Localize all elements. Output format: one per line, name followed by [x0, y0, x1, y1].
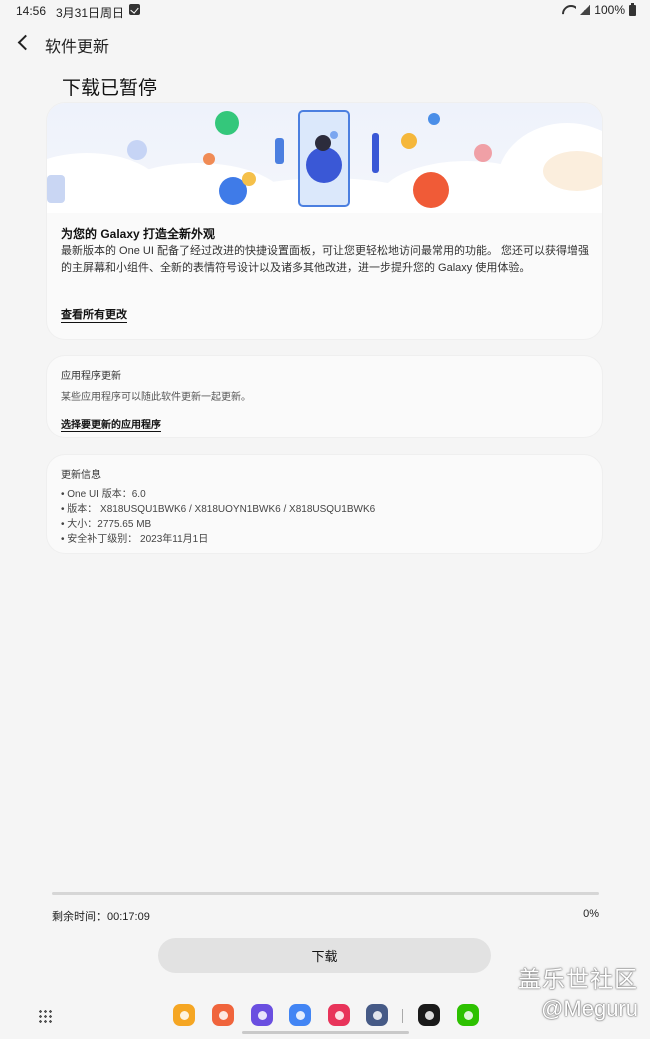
home-indicator[interactable] — [242, 1031, 409, 1034]
dock-divider — [402, 1009, 403, 1023]
battery-percent: 100% — [594, 3, 625, 17]
app-update-description: 某些应用程序可以随此软件更新一起更新。 — [61, 392, 251, 403]
chrome-app-icon[interactable] — [289, 1004, 311, 1026]
update-info-item: • 大小：2775.65 MB — [61, 519, 152, 530]
update-info-item: • 版本： X818USQU1BWK6 / X818UOYN1BWK6 / X8… — [61, 504, 376, 515]
my-files-app-icon[interactable] — [173, 1004, 195, 1026]
app-drawer-icon[interactable] — [38, 1009, 52, 1023]
status-date: 3月31日周日 — [56, 6, 125, 20]
download-button[interactable]: 下载 — [158, 938, 491, 973]
app-update-card: 应用程序更新 某些应用程序可以随此软件更新一起更新。 选择要更新的应用程序 — [47, 356, 602, 437]
wechat-app-icon[interactable] — [457, 1004, 479, 1026]
update-info-list: • One UI 版本：6.0 • 版本： X818USQU1BWK6 / X8… — [61, 487, 375, 547]
notification-check-icon — [129, 4, 140, 15]
page-title: 下载已暂停 — [62, 78, 158, 99]
download-progress-bar — [52, 892, 599, 895]
screen-recorder-app-icon[interactable] — [328, 1004, 350, 1026]
app-update-heading: 应用程序更新 — [61, 371, 121, 382]
feature-description: 最新版本的 One UI 配备了经过改进的快捷设置面板，可让您更轻松地访问最常用… — [61, 245, 590, 274]
status-time: 14:56 — [16, 4, 47, 18]
update-info-item: • 安全补丁级别： 2023年11月1日 — [61, 534, 209, 545]
contacts-app-icon[interactable] — [212, 1004, 234, 1026]
status-bar: 14:56 3月31日周日 100% — [0, 0, 650, 22]
header-title: 软件更新 — [45, 39, 110, 56]
battery-icon — [629, 2, 636, 16]
feature-heading: 为您的 Galaxy 打造全新外观 — [61, 227, 216, 241]
progress-percent: 0% — [583, 908, 599, 920]
update-info-heading: 更新信息 — [61, 470, 101, 481]
remaining-time: 剩余时间：00:17:09 — [52, 911, 150, 923]
app-header: 软件更新 — [0, 30, 650, 56]
wifi-icon — [562, 5, 576, 15]
view-all-changes-link[interactable]: 查看所有更改 — [61, 306, 127, 323]
update-info-item: • One UI 版本：6.0 — [61, 489, 146, 500]
select-apps-link[interactable]: 选择要更新的应用程序 — [61, 416, 161, 432]
samsung-internet-app-icon[interactable] — [251, 1004, 273, 1026]
qq-app-icon[interactable] — [418, 1004, 440, 1026]
status-right: 100% — [562, 2, 636, 17]
watermark-line1: 盖乐世社区 — [518, 966, 638, 992]
one-ui-banner-illustration — [47, 103, 602, 213]
taskbar — [0, 1000, 650, 1039]
update-info-card: 更新信息 • One UI 版本：6.0 • 版本： X818USQU1BWK6… — [47, 455, 602, 553]
settings-app-icon[interactable] — [366, 1004, 388, 1026]
banner-art — [47, 110, 602, 213]
back-icon[interactable] — [16, 34, 30, 52]
feature-card: 为您的 Galaxy 打造全新外观 最新版本的 One UI 配备了经过改进的快… — [47, 103, 602, 339]
signal-icon — [580, 5, 591, 15]
